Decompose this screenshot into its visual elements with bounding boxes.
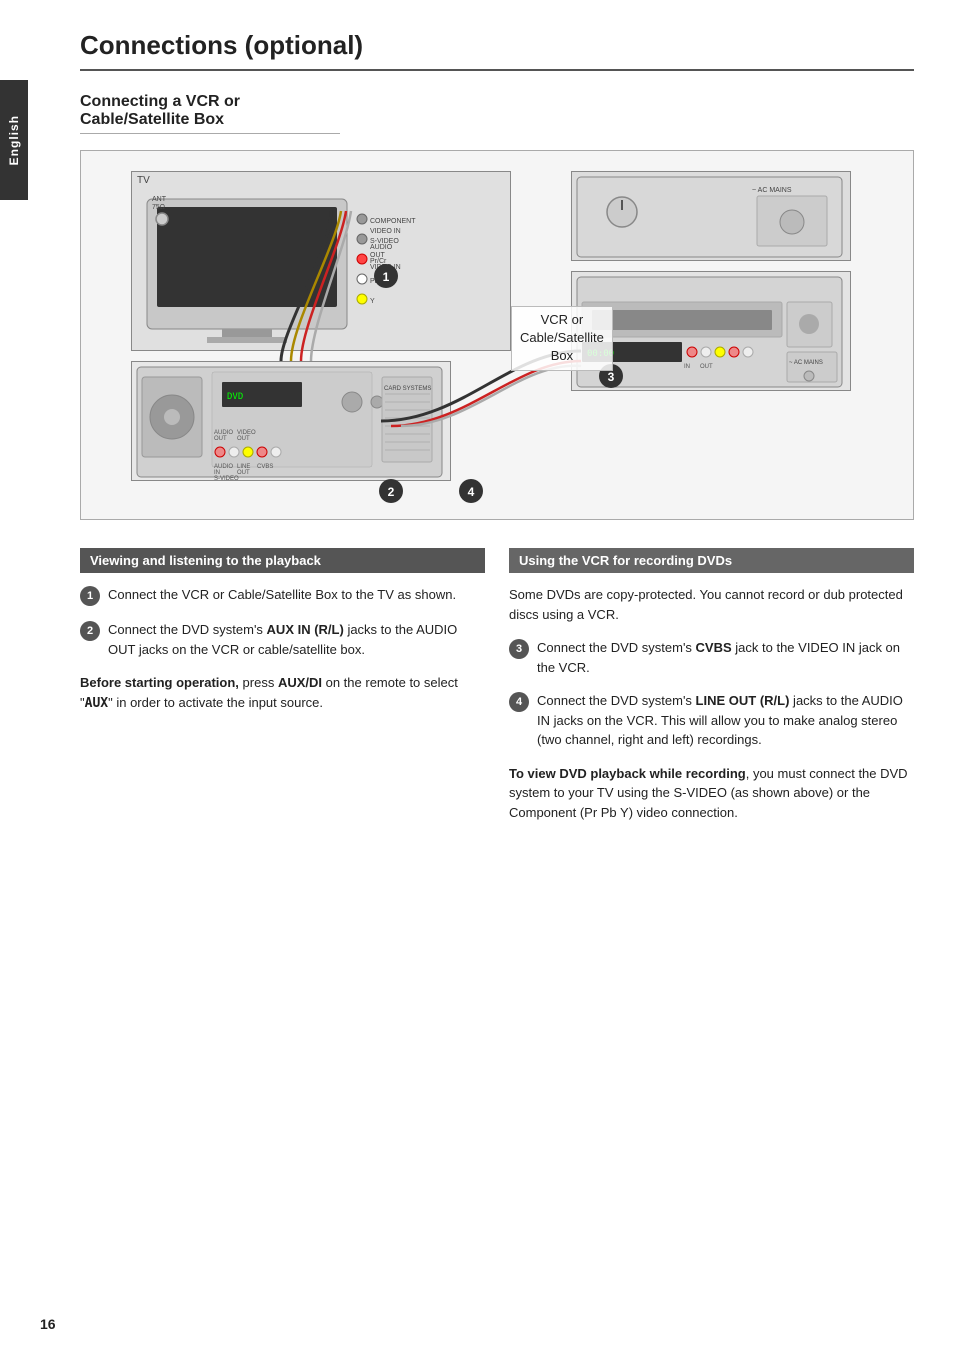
main-content: Connections (optional) Connecting a VCR … — [40, 0, 954, 876]
page-number: 16 — [40, 1316, 56, 1332]
side-tab-label: English — [7, 115, 21, 165]
svg-text:~ AC MAINS: ~ AC MAINS — [789, 360, 823, 366]
step-4-num: 4 — [509, 692, 529, 712]
svg-text:OUT: OUT — [370, 252, 386, 259]
right-column: Using the VCR for recording DVDs Some DV… — [509, 548, 914, 836]
page-title: Connections (optional) — [80, 30, 914, 71]
aux-mono: AUX — [85, 696, 108, 711]
vcr-box-label: VCR or Cable/Satellite Box — [511, 306, 613, 371]
svg-text:ANT: ANT — [152, 196, 167, 203]
svg-text:75Ω: 75Ω — [152, 204, 165, 211]
step-4: 4 Connect the DVD system's LINE OUT (R/L… — [509, 691, 914, 750]
step-2-num: 2 — [80, 621, 100, 641]
aux-btn: AUX/DI — [278, 675, 322, 690]
tv-svg: COMPONENT VIDEO IN S-VIDEO Pr/Cr Pb/Cb Y… — [132, 189, 510, 367]
svg-text:Y: Y — [370, 298, 375, 305]
diagram-inner: TV COMPONENT VIDEO — [81, 151, 913, 519]
step-1-text: Connect the VCR or Cable/Satellite Box t… — [108, 585, 456, 605]
side-tab: English — [0, 80, 28, 200]
aux-note: Before starting operation, press AUX/DI … — [80, 673, 485, 713]
svg-text:OUT: OUT — [237, 470, 250, 476]
note-bold-start: Before starting operation, — [80, 675, 239, 690]
vcr-svg: 00:00 IN OUT ~ AC MAINS — [572, 272, 850, 390]
svg-text:VIDEO IN: VIDEO IN — [370, 264, 401, 271]
svg-text:CARD SYSTEMS: CARD SYSTEMS — [384, 386, 431, 392]
two-col-layout: Viewing and listening to the playback 1 … — [80, 548, 914, 836]
svg-text:DVD: DVD — [227, 392, 243, 402]
right-steps: 3 Connect the DVD system's CVBS jack to … — [509, 638, 914, 750]
dvd-svg: DVD AUDIO VIDEO OUT OUT — [132, 362, 450, 480]
svg-text:4: 4 — [468, 485, 475, 499]
svg-text:~ AC MAINS: ~ AC MAINS — [752, 187, 792, 194]
svg-text:COMPONENT: COMPONENT — [370, 218, 416, 225]
step-2-text: Connect the DVD system's AUX IN (R/L) ja… — [108, 620, 485, 659]
svg-text:2: 2 — [388, 485, 395, 499]
right-col-header: Using the VCR for recording DVDs — [509, 548, 914, 573]
copy-protection-note: Some DVDs are copy-protected. You cannot… — [509, 585, 914, 624]
svg-text:CVBS: CVBS — [257, 464, 273, 470]
tv-equipment: TV COMPONENT VIDEO — [131, 171, 511, 351]
right-svg: ~ AC MAINS — [572, 172, 850, 260]
svg-text:OUT: OUT — [700, 364, 713, 370]
svg-text:S-VIDEO: S-VIDEO — [214, 476, 239, 480]
svg-text:IN: IN — [684, 364, 690, 370]
step-1: 1 Connect the VCR or Cable/Satellite Box… — [80, 585, 485, 606]
svg-text:Pb/Cb: Pb/Cb — [370, 278, 390, 285]
view-note-bold: To view DVD playback while recording — [509, 766, 746, 781]
dvd-equipment: DVD AUDIO VIDEO OUT OUT — [131, 361, 451, 481]
step-2: 2 Connect the DVD system's AUX IN (R/L) … — [80, 620, 485, 659]
step-4-text: Connect the DVD system's LINE OUT (R/L) … — [537, 691, 914, 750]
section-subtitle-text: Connecting a VCR orCable/Satellite Box — [80, 93, 240, 128]
right-equipment: ~ AC MAINS — [571, 171, 851, 261]
svg-text:OUT: OUT — [237, 436, 250, 442]
diagram-box: TV COMPONENT VIDEO — [80, 150, 914, 520]
view-note: To view DVD playback while recording, yo… — [509, 764, 914, 823]
step-1-num: 1 — [80, 586, 100, 606]
tv-label: TV — [132, 172, 510, 189]
left-col-header: Viewing and listening to the playback — [80, 548, 485, 573]
svg-text:AUDIO: AUDIO — [370, 244, 393, 251]
vcr-equipment: 00:00 IN OUT ~ AC MAINS — [571, 271, 851, 391]
svg-text:VIDEO IN: VIDEO IN — [370, 228, 401, 235]
left-column: Viewing and listening to the playback 1 … — [80, 548, 485, 836]
step-3: 3 Connect the DVD system's CVBS jack to … — [509, 638, 914, 677]
step-3-num: 3 — [509, 639, 529, 659]
svg-text:OUT: OUT — [214, 436, 227, 442]
step-3-text: Connect the DVD system's CVBS jack to th… — [537, 638, 914, 677]
left-steps: 1 Connect the VCR or Cable/Satellite Box… — [80, 585, 485, 659]
section-subtitle: Connecting a VCR orCable/Satellite Box — [80, 93, 340, 134]
